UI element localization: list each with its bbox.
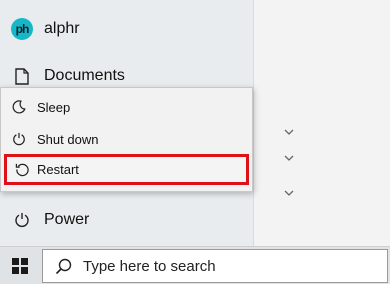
search-icon [43, 258, 83, 275]
avatar: ph [11, 18, 33, 40]
chevron-down-icon[interactable] [283, 152, 295, 164]
power-options-flyout: Sleep Shut down Restart [0, 87, 253, 192]
avatar-container: ph [0, 18, 44, 40]
account-name: alphr [44, 20, 80, 37]
start-menu-tiles-pane [253, 0, 390, 246]
start-button[interactable] [0, 247, 40, 284]
document-icon [0, 67, 44, 85]
documents-label: Documents [44, 67, 125, 84]
sleep-option[interactable]: Sleep [1, 91, 252, 123]
search-box[interactable]: Type here to search [42, 249, 388, 283]
sleep-label: Sleep [37, 99, 71, 115]
power-icon [0, 212, 44, 228]
moon-icon [1, 100, 37, 114]
shut-down-option[interactable]: Shut down [1, 123, 252, 155]
power-icon [1, 132, 37, 146]
power-label: Power [44, 211, 90, 228]
chevron-down-icon[interactable] [283, 126, 295, 138]
taskbar: Type here to search [0, 246, 390, 284]
power-item[interactable]: Power [0, 200, 253, 240]
restart-icon [7, 162, 37, 177]
shut-down-label: Shut down [37, 131, 99, 147]
restart-option[interactable]: Restart [4, 154, 249, 185]
pane-divider [253, 0, 254, 246]
chevron-down-icon[interactable] [283, 187, 295, 199]
account-item[interactable]: ph alphr [0, 9, 253, 49]
search-placeholder: Type here to search [83, 257, 216, 275]
windows-icon [12, 258, 28, 274]
restart-label: Restart [37, 162, 79, 177]
